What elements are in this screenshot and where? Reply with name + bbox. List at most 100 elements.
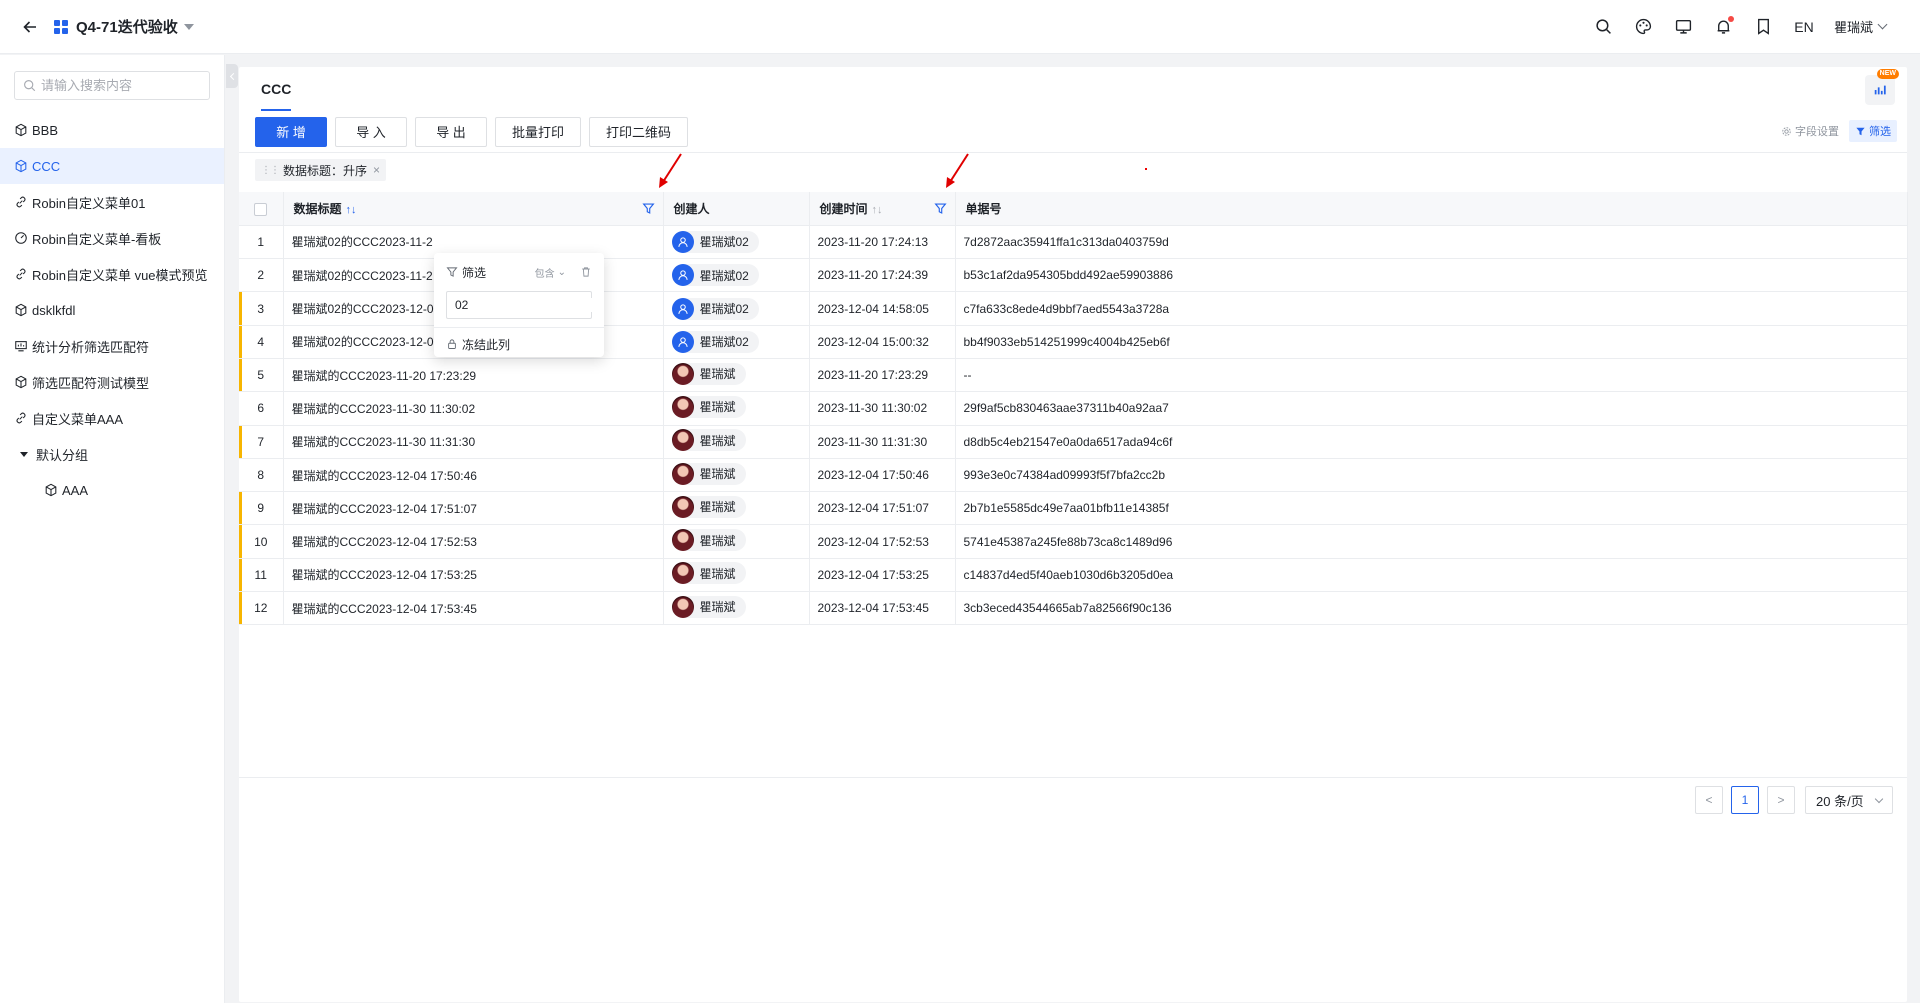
column-header-creator[interactable]: 创建人 xyxy=(663,192,810,226)
row-number: 2 xyxy=(239,258,284,293)
user-chip[interactable]: 瞿瑞斌 xyxy=(671,429,746,452)
sidebar-item-custom-menu-aaa[interactable]: 自定义菜单AAA xyxy=(0,400,224,436)
user-chip[interactable]: 瞿瑞斌 xyxy=(671,595,746,618)
sidebar-item-robin-menu-01[interactable]: Robin自定义菜单01 xyxy=(0,184,224,220)
cell-doc-no: 5741e45387a245fe88b73ca8c1489d96 xyxy=(955,524,1908,559)
filter-icon[interactable] xyxy=(641,202,655,215)
sidebar-item-filter-test-model[interactable]: 筛选匹配符测试模型 xyxy=(0,364,224,400)
field-settings-button[interactable]: 字段设置 xyxy=(1781,123,1839,139)
bookmark-icon[interactable] xyxy=(1744,11,1784,43)
sidebar-item-bbb[interactable]: BBB xyxy=(0,112,224,148)
cell-doc-no: 29f9af5cb830463aae37311b40a92aa7 xyxy=(955,391,1908,426)
filter-value-input[interactable] xyxy=(455,298,595,312)
sidebar-search[interactable] xyxy=(14,71,210,100)
user-chip[interactable]: 瞿瑞斌 xyxy=(671,562,746,585)
cell-created-at: 2023-11-20 17:23:29 xyxy=(809,358,956,393)
page-size-value: 20 条/页 xyxy=(1816,793,1864,809)
app-switch-caret-icon[interactable] xyxy=(183,23,194,30)
search-icon[interactable] xyxy=(1584,11,1624,43)
sidebar-collapse-button[interactable] xyxy=(226,64,238,88)
column-header-doc-no[interactable]: 单据号 xyxy=(955,192,1908,226)
column-title-label: 数据标题 xyxy=(293,201,342,216)
user-chip[interactable]: 瞿瑞斌 xyxy=(671,495,746,518)
filter-popup-title: 筛选 xyxy=(462,265,487,280)
filter-mode-select[interactable]: 包含 ⌄ xyxy=(535,265,566,280)
freeze-column-label: 冻结此列 xyxy=(462,337,511,352)
cell-doc-no: d8db5c4eb21547e0a0da6517ada94c6f xyxy=(955,425,1908,459)
top-header: Q4-71迭代验收 EN 瞿瑞斌 xyxy=(0,0,1920,54)
sidebar-item-stats-filter[interactable]: 统计分析筛选匹配符 xyxy=(0,328,224,364)
sidebar-search-input[interactable] xyxy=(41,78,201,93)
table-row[interactable]: 6 瞿瑞斌的CCC2023-11-30 11:30:02 瞿瑞斌 2023-11-30… xyxy=(239,391,1908,426)
language-switch[interactable]: EN xyxy=(1784,19,1824,35)
app-title[interactable]: Q4-71迭代验收 xyxy=(76,16,178,37)
print-qr-button[interactable]: 打印二维码 xyxy=(589,116,689,147)
filter-value-field[interactable] xyxy=(446,291,595,319)
table-row[interactable]: 10 瞿瑞斌的CCC2023-12-04 17:52:53 瞿瑞斌 2023-12-0… xyxy=(239,524,1908,559)
table-row[interactable]: 12 瞿瑞斌的CCC2023-12-04 17:53:45 瞿瑞斌 2023-12-0… xyxy=(239,591,1908,626)
table-row[interactable]: 9 瞿瑞斌的CCC2023-12-04 17:51:07 瞿瑞斌 2023-12-04… xyxy=(239,491,1908,526)
cube-icon xyxy=(15,375,27,389)
user-menu[interactable]: 瞿瑞斌 xyxy=(1833,17,1888,36)
user-chip[interactable]: 瞿瑞斌02 xyxy=(671,330,759,353)
sidebar-item-aaa[interactable]: AAA xyxy=(0,472,224,508)
table-row[interactable]: 8 瞿瑞斌的CCC2023-12-04 17:50:46 瞿瑞斌 2023-12-04… xyxy=(239,458,1908,493)
cell-doc-no: bb4f9033eb514251999c4004b425eb6f xyxy=(955,325,1908,359)
batch-print-button[interactable]: 批量打印 xyxy=(495,116,582,147)
user-chip[interactable]: 瞿瑞斌02 xyxy=(671,264,759,287)
user-chip[interactable]: 瞿瑞斌02 xyxy=(671,230,759,253)
notification-dot xyxy=(1727,15,1734,22)
analytics-button[interactable]: NEW xyxy=(1865,69,1899,105)
column-header-title[interactable]: 数据标题 ↑↓ xyxy=(283,192,664,226)
row-number: 7 xyxy=(239,425,284,459)
cube-icon xyxy=(15,123,27,137)
sidebar-item-label: Robin自定义菜单-看板 xyxy=(32,231,162,247)
sidebar-item-ccc[interactable]: CCC xyxy=(0,148,224,184)
trash-icon[interactable] xyxy=(580,266,592,278)
monitor-icon[interactable] xyxy=(1664,11,1704,43)
sidebar-item-robin-vue-preview[interactable]: Robin自定义菜单 vue模式预览 xyxy=(0,256,224,292)
user-chip[interactable]: 瞿瑞斌 xyxy=(671,462,746,485)
sidebar-item-robin-kanban[interactable]: Robin自定义菜单-看板 xyxy=(0,220,224,256)
user-name: 瞿瑞斌 xyxy=(1833,20,1873,35)
close-icon[interactable]: × xyxy=(373,163,380,177)
annotation-arrow-2 xyxy=(946,153,969,188)
back-arrow-icon[interactable] xyxy=(20,17,40,37)
drag-handle-icon[interactable]: ⋮⋮ xyxy=(261,165,280,176)
filter-icon[interactable] xyxy=(933,202,947,215)
chevron-down-icon xyxy=(1877,19,1888,30)
next-page-button[interactable]: > xyxy=(1767,786,1795,814)
user-chip[interactable]: 瞿瑞斌 xyxy=(671,395,746,418)
sidebar-item-dsklkfdl[interactable]: dsklkfdl xyxy=(0,292,224,328)
export-button[interactable]: 导 出 xyxy=(415,116,487,147)
freeze-column-option[interactable]: 冻结此列 xyxy=(434,328,604,360)
select-all-checkbox[interactable] xyxy=(254,202,268,216)
user-chip-name: 瞿瑞斌 xyxy=(699,400,736,415)
user-chip[interactable]: 瞿瑞斌 xyxy=(671,529,746,552)
add-button[interactable]: 新 增 xyxy=(255,116,327,147)
avatar xyxy=(671,562,694,585)
column-header-created-at[interactable]: 创建时间 ↑↓ xyxy=(809,192,956,226)
sort-icon[interactable]: ↑↓ xyxy=(872,204,883,216)
tab-ccc[interactable]: CCC xyxy=(261,81,292,111)
cell-creator: 瞿瑞斌 xyxy=(663,491,810,526)
palette-icon[interactable] xyxy=(1624,11,1664,43)
avatar xyxy=(671,495,694,518)
table-row[interactable]: 11 瞿瑞斌的CCC2023-12-04 17:53:25 瞿瑞斌 2023-12-0… xyxy=(239,558,1908,593)
cell-created-at: 2023-12-04 17:51:07 xyxy=(809,491,956,526)
page-size-select[interactable]: 20 条/页 xyxy=(1805,786,1893,814)
import-button[interactable]: 导 入 xyxy=(335,116,407,147)
sort-asc-icon[interactable]: ↑↓ xyxy=(346,204,357,216)
page-number-button[interactable]: 1 xyxy=(1731,786,1759,814)
table-row[interactable]: 7 瞿瑞斌的CCC2023-11-30 11:31:30 瞿瑞斌 2023-11-30… xyxy=(239,425,1908,459)
user-chip[interactable]: 瞿瑞斌 xyxy=(671,362,746,385)
user-chip[interactable]: 瞿瑞斌02 xyxy=(671,297,759,320)
prev-page-button[interactable]: < xyxy=(1695,786,1723,814)
table-row[interactable]: 5 瞿瑞斌的CCC2023-11-20 17:23:29 瞿瑞斌 2023-11-20… xyxy=(239,358,1908,393)
filter-icon xyxy=(446,267,458,277)
sort-tag[interactable]: ⋮⋮ 数据标题：升序 × xyxy=(255,159,387,181)
filter-label: 筛选 xyxy=(1869,126,1891,138)
sidebar-group-default[interactable]: 默认分组 xyxy=(0,436,224,472)
filter-button[interactable]: 筛选 xyxy=(1849,120,1897,142)
bell-icon[interactable] xyxy=(1704,11,1744,43)
